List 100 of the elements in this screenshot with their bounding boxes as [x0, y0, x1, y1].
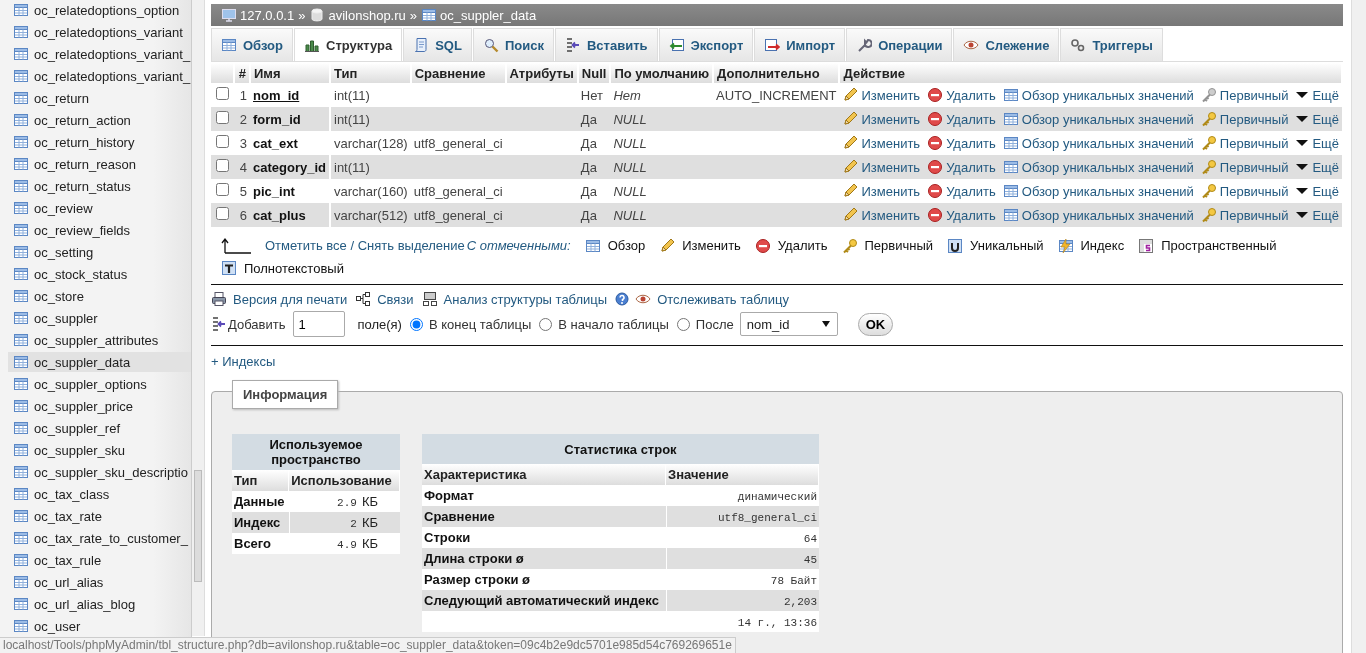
- sidebar-item[interactable]: oc_review_fields: [8, 220, 191, 240]
- sidebar-item[interactable]: oc_url_alias: [8, 572, 191, 592]
- indexes-link[interactable]: + Индексы: [211, 354, 276, 369]
- action-link[interactable]: Первичный: [1200, 207, 1289, 223]
- action-link[interactable]: Удалить: [927, 183, 996, 199]
- row-checkbox[interactable]: [216, 183, 229, 196]
- action-link[interactable]: Удалить: [927, 207, 996, 223]
- page-link[interactable]: Отслеживать таблицу: [635, 291, 789, 307]
- sidebar-item[interactable]: oc_relatedoptions_variant_: [8, 66, 191, 86]
- column-select[interactable]: nom_id: [739, 312, 838, 336]
- column-header[interactable]: Атрибуты: [505, 63, 578, 83]
- sidebar-item[interactable]: oc_review: [8, 198, 191, 218]
- tab[interactable]: Вставить: [554, 28, 658, 61]
- radio-label[interactable]: После: [695, 316, 734, 332]
- action-link[interactable]: Обзор уникальных значений: [1002, 135, 1194, 151]
- row-checkbox[interactable]: [216, 207, 229, 220]
- action-link[interactable]: Обзор уникальных значений: [1002, 159, 1194, 175]
- radio-button[interactable]: [539, 317, 553, 331]
- breadcrumb-link[interactable]: avilonshop.ru: [309, 7, 406, 23]
- sidebar-item[interactable]: oc_return_history: [8, 132, 191, 152]
- scrollbar-thumb[interactable]: [194, 470, 202, 582]
- page-link[interactable]: Связи: [355, 291, 414, 307]
- column-header[interactable]: Тип: [330, 63, 411, 83]
- column-header[interactable]: Имя: [250, 63, 330, 83]
- sidebar-item[interactable]: oc_url_alias_blog: [8, 594, 191, 614]
- sidebar-item[interactable]: oc_return_status: [8, 176, 191, 196]
- column-header[interactable]: Дополнительно: [713, 63, 840, 83]
- tab[interactable]: Обзор: [211, 28, 293, 61]
- row-checkbox[interactable]: [216, 159, 229, 172]
- sidebar-item[interactable]: oc_suppler_ref: [8, 418, 191, 438]
- bulk-action[interactable]: Пространственный: [1138, 237, 1277, 254]
- action-link[interactable]: Удалить: [927, 159, 996, 175]
- action-link[interactable]: Изменить: [842, 183, 921, 199]
- sidebar-item[interactable]: oc_user: [8, 616, 191, 636]
- tab[interactable]: Поиск: [472, 28, 554, 61]
- tab[interactable]: Слежение: [953, 28, 1060, 61]
- sidebar-item[interactable]: oc_store: [8, 286, 191, 306]
- radio-label[interactable]: В конец таблицы: [428, 316, 532, 332]
- radio-label[interactable]: В начало таблицы: [558, 316, 669, 332]
- bulk-action[interactable]: Полнотекстовый: [221, 260, 344, 276]
- count-field[interactable]: 1: [293, 311, 346, 337]
- bulk-action[interactable]: Удалить: [754, 237, 828, 254]
- tab[interactable]: Структура: [294, 28, 403, 61]
- more-menu[interactable]: Ещё: [1295, 183, 1339, 199]
- sidebar-item[interactable]: oc_tax_rate_to_customer_: [8, 528, 191, 548]
- tab[interactable]: Операции: [846, 28, 953, 61]
- action-link[interactable]: Изменить: [842, 135, 921, 151]
- column-header[interactable]: По умолчанию: [610, 63, 714, 83]
- sidebar-item[interactable]: oc_relatedoptions_variant_: [8, 44, 191, 64]
- action-link[interactable]: Обзор уникальных значений: [1002, 111, 1194, 127]
- more-menu[interactable]: Ещё: [1295, 87, 1339, 103]
- tab[interactable]: Импорт: [754, 28, 846, 61]
- sidebar-item[interactable]: oc_suppler: [8, 308, 191, 328]
- action-link[interactable]: Удалить: [927, 111, 996, 127]
- action-link[interactable]: Изменить: [842, 87, 921, 103]
- action-link[interactable]: Первичный: [1200, 183, 1289, 199]
- action-link[interactable]: Первичный: [1200, 135, 1289, 151]
- tab[interactable]: Экспорт: [658, 28, 754, 61]
- sidebar-item[interactable]: oc_suppler_attributes: [8, 330, 191, 350]
- more-menu[interactable]: Ещё: [1295, 159, 1339, 175]
- scrollbar[interactable]: [192, 0, 205, 636]
- tab[interactable]: SQL: [403, 28, 472, 61]
- bulk-action[interactable]: Первичный: [841, 237, 934, 254]
- column-header[interactable]: Действие: [839, 63, 1342, 83]
- ok-button[interactable]: OK: [857, 312, 894, 336]
- action-link[interactable]: Изменить: [842, 159, 921, 175]
- sidebar-item[interactable]: oc_suppler_options: [8, 374, 191, 394]
- breadcrumb-link[interactable]: oc_suppler_data: [421, 7, 537, 23]
- action-link[interactable]: Обзор уникальных значений: [1002, 207, 1194, 223]
- breadcrumb-link[interactable]: 127.0.0.1: [221, 7, 295, 23]
- sidebar-item[interactable]: oc_return_action: [8, 110, 191, 130]
- action-link[interactable]: Обзор уникальных значений: [1002, 183, 1194, 199]
- action-link[interactable]: Изменить: [842, 207, 921, 223]
- more-menu[interactable]: Ещё: [1295, 207, 1339, 223]
- column-header[interactable]: Null: [577, 63, 611, 83]
- sidebar-item[interactable]: oc_relatedoptions_variant: [8, 22, 191, 42]
- sidebar-item[interactable]: oc_tax_rate: [8, 506, 191, 526]
- sidebar-item[interactable]: oc_return_reason: [8, 154, 191, 174]
- sidebar-item[interactable]: oc_suppler_data: [8, 352, 191, 372]
- action-link[interactable]: Изменить: [842, 111, 921, 127]
- row-checkbox[interactable]: [216, 111, 229, 124]
- sidebar-item[interactable]: oc_setting: [8, 242, 191, 262]
- column-header[interactable]: Сравнение: [410, 63, 506, 83]
- page-link[interactable]: Версия для печати: [211, 291, 348, 307]
- bulk-action[interactable]: Индекс: [1057, 237, 1125, 254]
- sidebar-item[interactable]: oc_relatedoptions_option: [8, 0, 191, 20]
- action-link[interactable]: Удалить: [927, 87, 996, 103]
- bulk-action[interactable]: Изменить: [659, 237, 741, 254]
- sidebar-item[interactable]: oc_tax_class: [8, 484, 191, 504]
- action-link[interactable]: Удалить: [927, 135, 996, 151]
- row-checkbox[interactable]: [216, 135, 229, 148]
- sidebar-item[interactable]: oc_tax_rule: [8, 550, 191, 570]
- more-menu[interactable]: Ещё: [1295, 135, 1339, 151]
- sidebar-item[interactable]: oc_stock_status: [8, 264, 191, 284]
- action-link[interactable]: Первичный: [1200, 111, 1289, 127]
- action-link[interactable]: Обзор уникальных значений: [1002, 87, 1194, 103]
- action-link[interactable]: Первичный: [1200, 159, 1289, 175]
- check-all-link[interactable]: Отметить все / Снять выделение: [265, 238, 465, 253]
- sidebar-item[interactable]: oc_suppler_price: [8, 396, 191, 416]
- scrollbar[interactable]: [1351, 0, 1366, 653]
